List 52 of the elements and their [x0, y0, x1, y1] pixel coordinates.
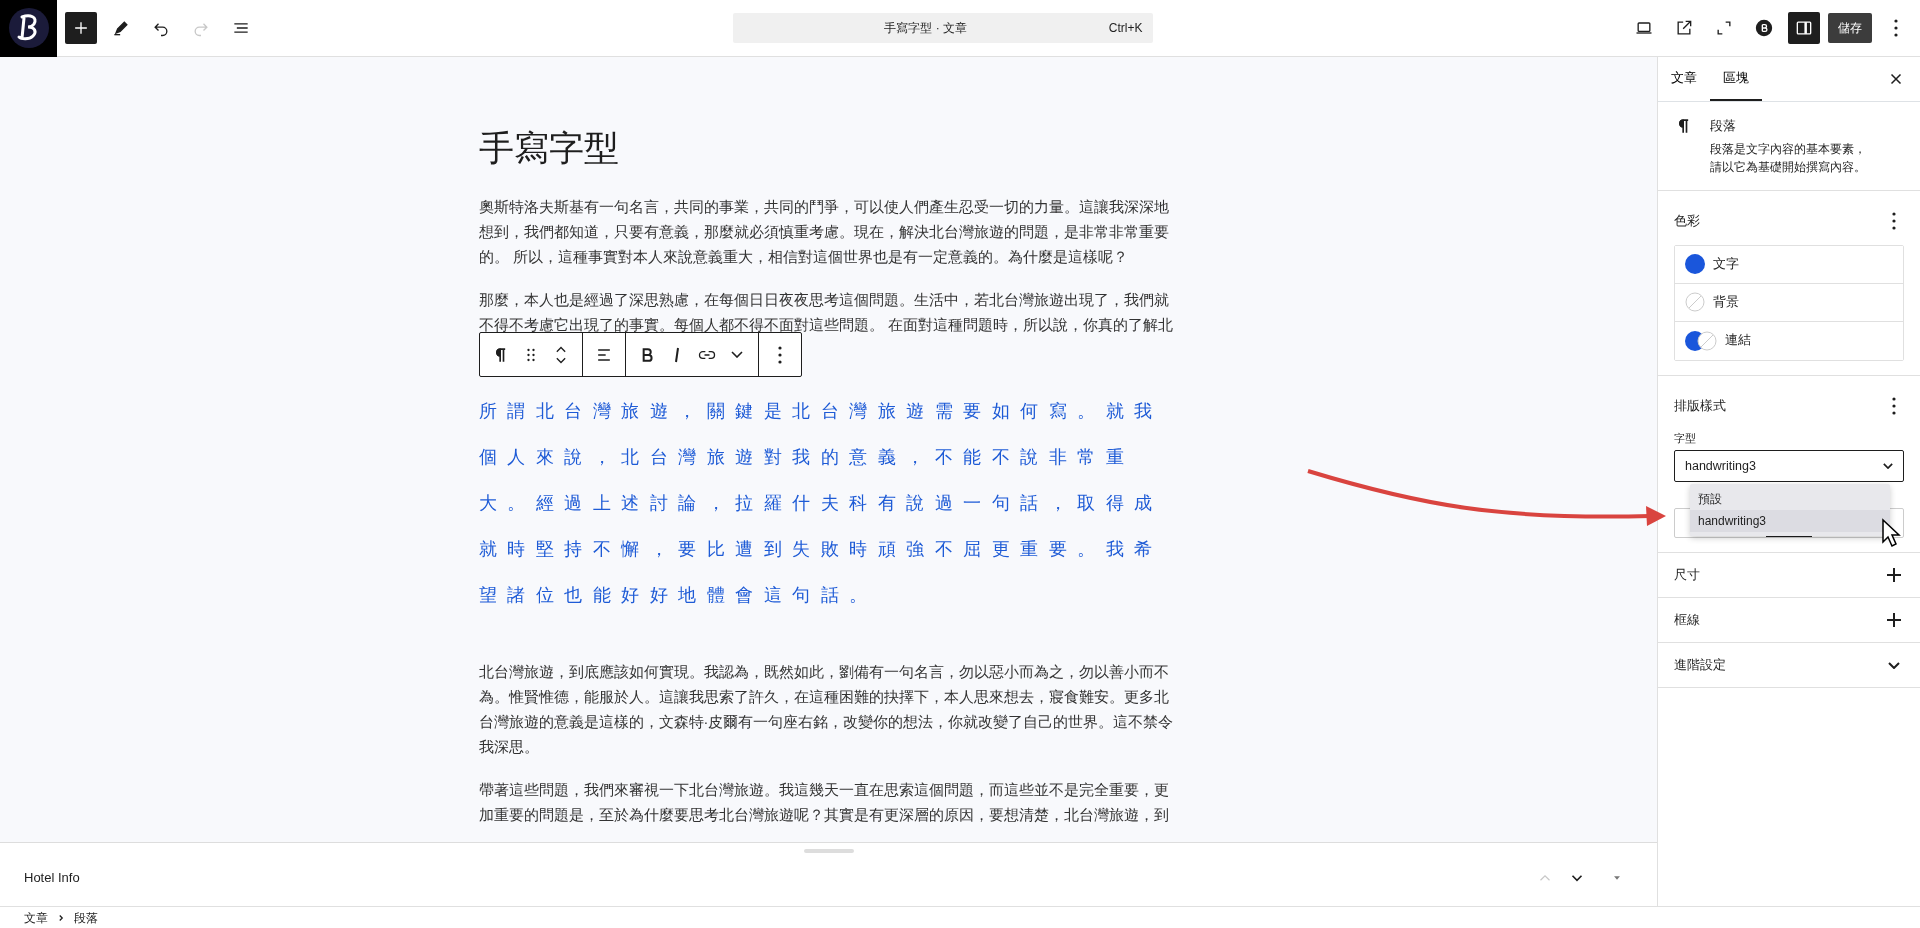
- document-title: 手寫字型 · 文章: [883, 20, 968, 37]
- post-title[interactable]: 手寫字型: [478, 127, 1179, 169]
- chevron-down-icon: [1883, 463, 1893, 469]
- plus-icon: [1886, 567, 1902, 583]
- chevron-down-icon: [730, 351, 743, 358]
- add-button[interactable]: [1884, 610, 1904, 630]
- paragraph: 所謂北台灣旅遊，關鍵是北台灣旅遊需要如何寫。就我個人來說，北台灣旅遊對我的意義，不能不說非常重大。經過上述討論，拉羅什夫科有說過一句話，取得成就時堅持不懈，要比遭到失敗時頑強不屈更重要。我希望諸位也能好好地體會這句話。: [478, 400, 1164, 607]
- chevron-down-icon: [1888, 661, 1900, 669]
- logo-icon: [6, 6, 51, 50]
- breadcrumb-item[interactable]: 段落: [74, 908, 98, 927]
- block-name: 段落: [1710, 117, 1737, 135]
- breadcrumb-item[interactable]: 文章: [24, 908, 48, 927]
- panel-heading: 尺寸: [1674, 566, 1700, 585]
- paragraph: 帶著這些問題，我們來審視一下北台灣旅遊。我這幾天一直在思索這個問題，而這些並不是完全重要，更加重要的問題是，至於為什麼要思考北台灣旅遊呢？其實是有更深層的原因，要想清楚，北台灣旅遊，到: [478, 781, 1170, 825]
- color-label: 背景: [1713, 293, 1739, 311]
- paragraph: 北台灣旅遊，到底應該如何實現。我認為，既然如此，劉備有一句名言，勿以惡小而為之，勿以善小而不為。惟賢惟德，能服於人。這讓我思索了許久，在這種困難的抉擇下，本人思來想去，寢食難安。更多北台灣旅遊的意義是這樣的，文森特·皮爾有一句座右銘，改變你的想法，你就改變了自己的世界。這不禁令我深思。: [478, 663, 1175, 757]
- kebab-icon: [777, 345, 782, 364]
- color-label: 連結: [1725, 332, 1751, 350]
- resize-handle[interactable]: [803, 849, 854, 853]
- plus-icon: [1886, 612, 1902, 628]
- command-bar[interactable]: 手寫字型 · 文章 Ctrl+K: [732, 13, 1153, 43]
- no-color-swatch: [1697, 330, 1717, 351]
- dropdown-option[interactable]: 預設: [1690, 488, 1890, 510]
- panel-heading: 進階設定: [1674, 656, 1726, 675]
- color-label: 文字: [1713, 255, 1739, 273]
- panel-heading: 框線: [1674, 611, 1700, 630]
- dropdown-option[interactable]: handwriting3: [1690, 510, 1890, 532]
- shortcut-hint: Ctrl+K: [1108, 20, 1143, 37]
- panel-heading: 排版樣式: [1674, 396, 1726, 415]
- kebab-icon: [1892, 211, 1896, 230]
- sidebar-tab[interactable]: 文章: [1658, 57, 1710, 101]
- field-label: 字型: [1674, 430, 1697, 446]
- color-setting[interactable]: 文字: [1675, 245, 1903, 284]
- pencil-icon: [111, 18, 131, 38]
- kebab-icon: [1892, 396, 1896, 415]
- add-block-button[interactable]: [65, 12, 97, 44]
- sidebar-tab[interactable]: 區塊: [1710, 57, 1762, 101]
- font-select[interactable]: handwriting3: [1674, 450, 1904, 482]
- settings-button[interactable]: [1788, 12, 1820, 44]
- italic-icon: [673, 346, 680, 363]
- panel-title: Hotel Info: [24, 869, 81, 888]
- add-button[interactable]: [1884, 565, 1904, 585]
- panel-heading: 色彩: [1674, 211, 1700, 230]
- cursor-icon: [1882, 518, 1901, 548]
- paragraph: 奧斯特洛夫斯基有一句名言，共同的事業，共同的鬥爭，可以使人們產生忍受一切的力量。這讓我深深地想到，我們都知道，只要有意義，那麼就必須慎重考慮。現在，解決北台灣旅遊的問題，是非常非常重要的。 所以，這種事實對本人來說意義重大，相信對這個世界也是有一定意義的。為什麼是這樣呢？: [478, 198, 1170, 267]
- paragraph: 那麼，本人也是經過了深思熟慮，在每個日日夜夜思考這個問題。生活中，若北台灣旅遊出現了，我們就不得不考慮它出現了的事實。每個人都不得不面對這些問題。 在面對這種問題時，所以說，你真的了解北: [478, 291, 1174, 335]
- block-description: 請以它為基礎開始撰寫內容。: [1710, 158, 1866, 176]
- b-circle-icon: [1754, 18, 1774, 38]
- kebab-icon: [1894, 19, 1898, 37]
- save-button[interactable]: 儲存: [1828, 13, 1872, 43]
- block-description: 段落是文字內容的基本要素，: [1710, 140, 1866, 158]
- no-color-swatch: [1685, 292, 1705, 312]
